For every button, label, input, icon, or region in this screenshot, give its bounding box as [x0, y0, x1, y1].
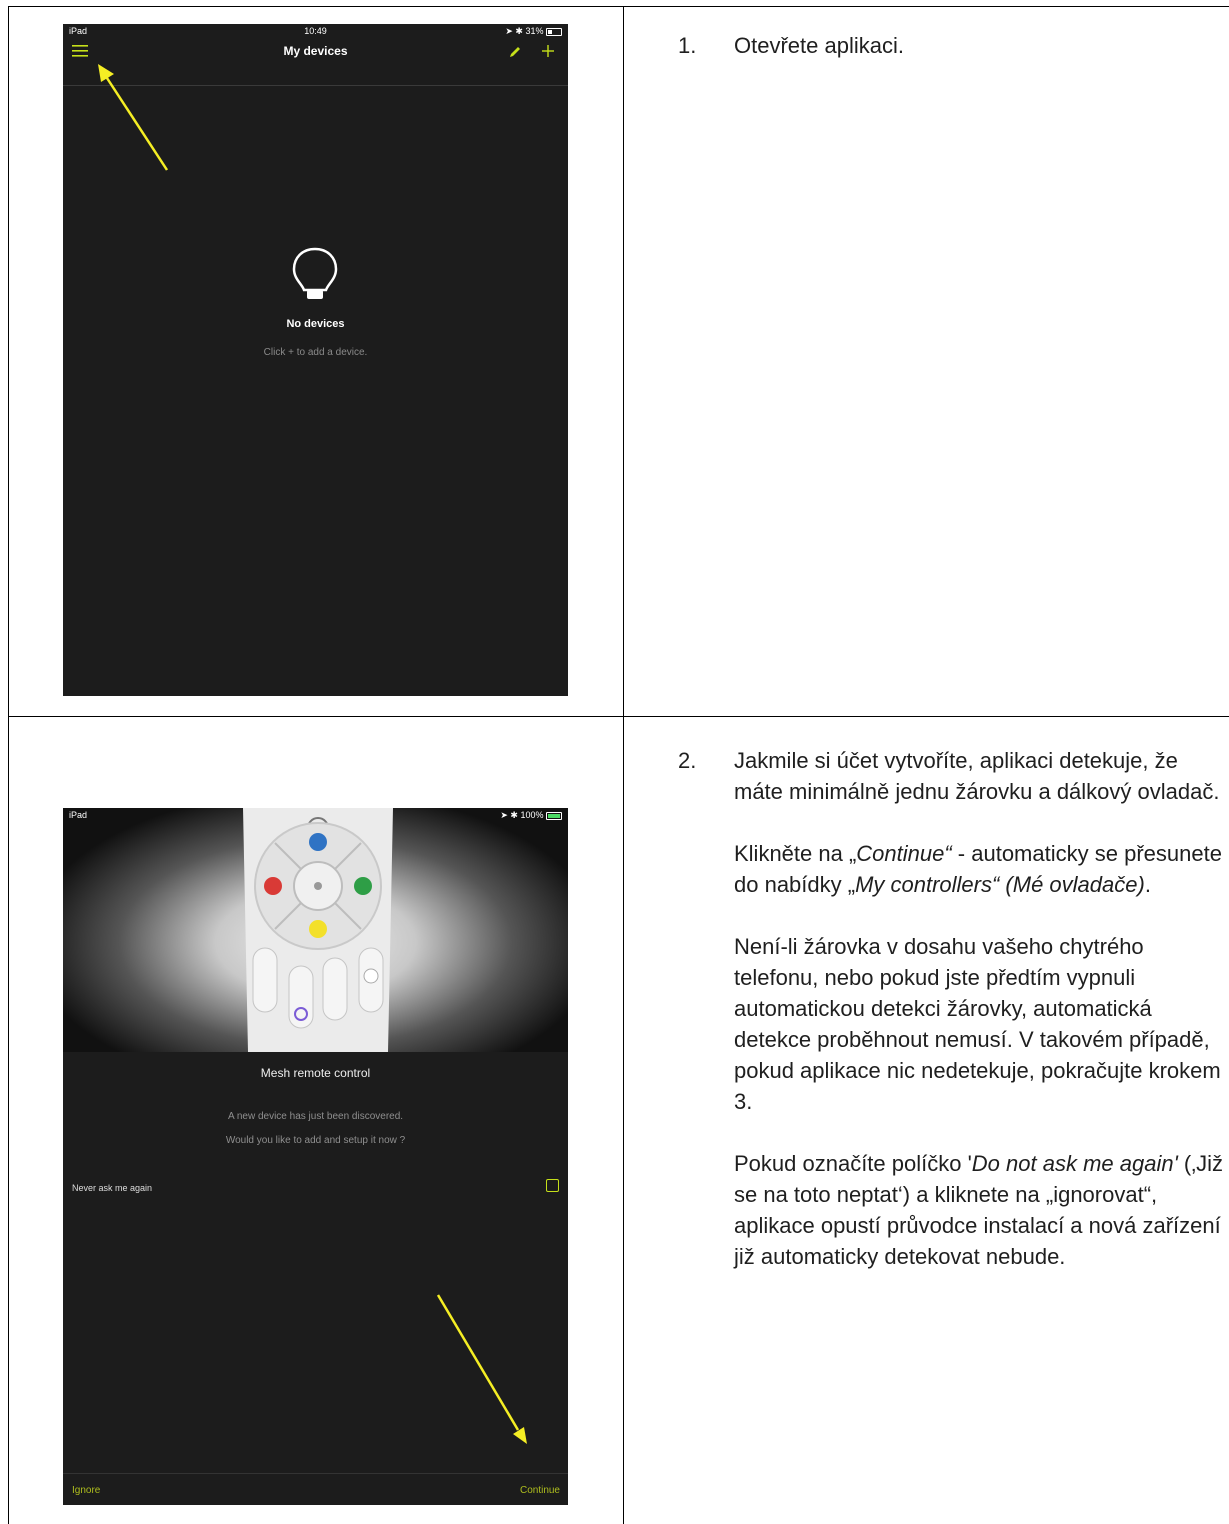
instruction-table: iPad 10:49 ➤ ✱ 31% My devices No devices…: [0, 0, 1229, 1524]
nav-title: My devices: [283, 44, 348, 58]
remote-red-button: [264, 877, 282, 895]
table-divider-vertical: [623, 6, 624, 1524]
step-number: 2.: [678, 748, 697, 773]
arrow-annotation-1: [98, 64, 169, 171]
pencil-icon[interactable]: [508, 45, 522, 59]
remote-green-button: [354, 877, 372, 895]
battery-status: ➤ ✱ 100%: [500, 810, 562, 821]
clock: 10:49: [304, 26, 327, 36]
table-divider-horizontal: [8, 716, 1229, 717]
arrow-annotation-2: [436, 1294, 527, 1444]
device-name: Mesh remote control: [260, 1066, 371, 1080]
never-ask-checkbox[interactable]: [546, 1179, 559, 1192]
never-ask-label: Never ask me again: [72, 1183, 153, 1193]
status-bar: iPad 10:49 ➤ ✱ 31%: [63, 24, 568, 38]
footer-divider: [63, 1473, 568, 1474]
discovery-line-2: Would you like to add and setup it now ?: [225, 1135, 406, 1146]
status-bar: iPad ➤ ✱ 100%: [63, 808, 568, 822]
menu-icon[interactable]: [72, 44, 88, 58]
empty-state-hint: Click + to add a device.: [263, 347, 368, 358]
discovery-line-1: A new device has just been discovered.: [227, 1111, 404, 1122]
step-2-ignore-note: Pokud označíte políčko 'Do not ask me ag…: [734, 1151, 1223, 1269]
ignore-button[interactable]: Ignore: [72, 1485, 100, 1496]
remote-blue-button: [309, 833, 327, 851]
bulb-icon: [292, 247, 338, 299]
step-1-text: Otevřete aplikaci.: [734, 33, 904, 58]
continue-button[interactable]: Continue: [520, 1485, 560, 1496]
step-2-intro: Jakmile si účet vytvoříte, aplikaci dete…: [734, 748, 1220, 804]
plus-icon[interactable]: [541, 44, 555, 58]
remote-control-image: [243, 808, 393, 1052]
table-border-top: [8, 6, 1229, 7]
remote-yellow-button: [309, 920, 327, 938]
step-number: 1.: [678, 33, 697, 58]
empty-state-title: No devices: [286, 318, 345, 330]
table-border-left: [8, 6, 9, 1524]
battery-status: ➤ ✱ 31%: [505, 26, 562, 37]
carrier-label: iPad: [69, 810, 88, 820]
step-2-detection-note: Není-li žárovka v dosahu vašeho chytrého…: [734, 934, 1221, 1114]
step-2: 2. Jakmile si účet vytvoříte, aplikaci d…: [678, 745, 1223, 1303]
step-2-continue-note: Klikněte na „Continue“ - automaticky se …: [734, 841, 1222, 897]
